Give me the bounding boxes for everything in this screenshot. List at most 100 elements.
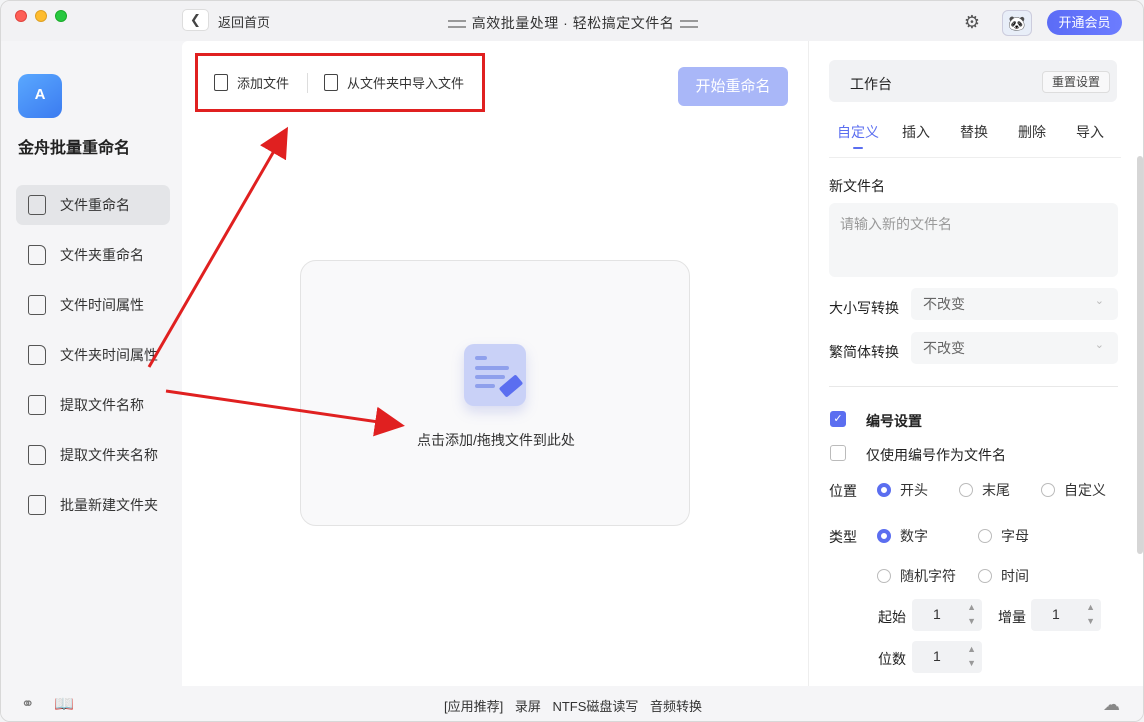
digits-stepper[interactable]: 1 ▲ ▼	[912, 641, 982, 673]
file-clock-icon	[28, 295, 46, 315]
stepper-arrows-icon[interactable]: ▲ ▼	[1086, 600, 1095, 628]
app-logo-letter: A	[34, 86, 46, 103]
new-name-label: 新文件名	[829, 178, 885, 194]
radio-icon	[877, 569, 891, 583]
app-logo: A	[18, 74, 62, 118]
import-folder-label: 从文件夹中导入文件	[347, 76, 465, 91]
increment-value: 1	[1052, 606, 1060, 622]
type-option-random[interactable]: 随机字符	[877, 566, 956, 586]
window-title: 高效批量处理 · 轻松搞定文件名	[471, 15, 675, 31]
sidebar-item-label: 文件时间属性	[60, 297, 144, 313]
sidebar-item-folder-rename[interactable]: 文件夹重命名	[16, 235, 170, 275]
stepper-arrows-icon[interactable]: ▲ ▼	[967, 642, 976, 670]
position-option-end[interactable]: 末尾	[959, 480, 1010, 500]
file-extract-icon	[28, 395, 46, 415]
panel-scrollbar[interactable]	[1137, 156, 1143, 554]
type-option-letter[interactable]: 字母	[978, 526, 1029, 546]
tab-custom[interactable]: 自定义	[829, 121, 887, 157]
case-label: 大小写转换	[829, 300, 899, 316]
tab-import[interactable]: 导入	[1061, 121, 1119, 157]
vip-button[interactable]: 开通会员	[1047, 10, 1122, 35]
sidebar-item-extract-foldername[interactable]: 提取文件夹名称	[16, 435, 170, 475]
sidebar-item-label: 文件夹重命名	[60, 247, 144, 263]
traditional-select[interactable]: 不改变 ⌄	[911, 332, 1118, 364]
numbering-checkbox[interactable]: ✓	[830, 411, 846, 427]
new-name-input[interactable]: 请输入新的文件名	[829, 203, 1118, 277]
box-icon	[28, 495, 46, 515]
type-option-time[interactable]: 时间	[978, 566, 1029, 586]
tab-replace[interactable]: 替换	[945, 121, 1003, 157]
app-window: ❮ 返回首页 高效批量处理 · 轻松搞定文件名 ⚙ 🐼 开通会员 A 金舟批量重…	[0, 0, 1144, 722]
panel-divider	[829, 386, 1118, 387]
radio-icon	[978, 529, 992, 543]
case-value: 不改变	[923, 296, 965, 312]
numbering-label: 编号设置	[866, 413, 922, 429]
traditional-label: 繁简体转换	[829, 344, 899, 360]
tab-delete[interactable]: 删除	[1003, 121, 1061, 157]
chevron-down-icon: ⌄	[1094, 295, 1104, 307]
sidebar-item-label: 提取文件名称	[60, 397, 144, 413]
add-file-label: 添加文件	[237, 76, 290, 91]
start-rename-button[interactable]: 开始重命名	[678, 67, 788, 106]
sidebar-item-extract-filename[interactable]: 提取文件名称	[16, 385, 170, 425]
workbench-header: 工作台 重置设置	[829, 60, 1117, 102]
start-stepper[interactable]: 1 ▲ ▼	[912, 599, 982, 631]
position-option-label: 自定义	[1064, 482, 1106, 498]
stepper-arrows-icon[interactable]: ▲ ▼	[967, 600, 976, 628]
file-add-icon	[214, 74, 228, 91]
radio-icon	[877, 529, 891, 543]
type-option-label: 随机字符	[900, 568, 956, 584]
cloud-upload-icon[interactable]: ☁	[1103, 695, 1120, 715]
radio-icon	[1041, 483, 1055, 497]
reset-button[interactable]: 重置设置	[1041, 71, 1110, 93]
position-option-label: 开头	[900, 482, 928, 498]
case-select[interactable]: 不改变 ⌄	[911, 288, 1118, 320]
recommend-label: [应用推荐]	[443, 699, 504, 714]
sidebar-item-label: 提取文件夹名称	[60, 447, 158, 463]
type-option-label: 字母	[1001, 528, 1029, 544]
type-option-label: 时间	[1001, 568, 1029, 584]
add-file-button[interactable]: 添加文件	[198, 73, 289, 92]
only-number-checkbox[interactable]	[830, 445, 846, 461]
type-label: 类型	[829, 529, 857, 545]
sidebar: A 金舟批量重命名 文件重命名 文件夹重命名 文件时间属性 文件夹时间属性 提取…	[1, 41, 182, 686]
folder-import-icon	[324, 74, 339, 91]
avatar[interactable]: 🐼	[1002, 10, 1032, 36]
recommend-link-record[interactable]: 录屏	[515, 699, 541, 714]
import-folder-button[interactable]: 从文件夹中导入文件	[308, 73, 464, 92]
dropzone[interactable]: 点击添加/拖拽文件到此处	[300, 260, 690, 526]
recommend-link-ntfs[interactable]: NTFS磁盘读写	[552, 699, 638, 714]
recommend-links: [应用推荐] 录屏 NTFS磁盘读写 音频转换	[1, 696, 1143, 715]
type-option-number[interactable]: 数字	[877, 526, 928, 546]
app-name: 金舟批量重命名	[18, 140, 131, 157]
increment-stepper[interactable]: 1 ▲ ▼	[1031, 599, 1101, 631]
sidebar-item-label: 文件夹时间属性	[60, 347, 158, 363]
type-option-label: 数字	[900, 528, 928, 544]
new-name-placeholder: 请输入新的文件名	[840, 216, 952, 232]
only-number-label: 仅使用编号作为文件名	[866, 447, 1006, 463]
chevron-down-icon: ⌄	[1094, 339, 1104, 351]
folder-clock-icon	[28, 345, 46, 365]
sidebar-nav: 文件重命名 文件夹重命名 文件时间属性 文件夹时间属性 提取文件名称 提取文件夹…	[16, 185, 170, 535]
sidebar-item-file-rename[interactable]: 文件重命名	[16, 185, 170, 225]
position-option-custom[interactable]: 自定义	[1041, 480, 1106, 500]
radio-icon	[877, 483, 891, 497]
tab-insert[interactable]: 插入	[887, 121, 945, 157]
recommend-link-audio[interactable]: 音频转换	[650, 699, 702, 714]
folder-icon	[28, 245, 46, 265]
check-icon: ✓	[833, 413, 843, 425]
sidebar-item-label: 文件重命名	[60, 197, 130, 213]
position-option-start[interactable]: 开头	[877, 480, 928, 500]
title-lines-icon	[680, 20, 699, 29]
sidebar-item-batch-new-folder[interactable]: 批量新建文件夹	[16, 485, 170, 525]
start-value: 1	[933, 606, 941, 622]
increment-label: 增量	[998, 609, 1026, 625]
position-option-label: 末尾	[982, 482, 1010, 498]
traditional-value: 不改变	[923, 340, 965, 356]
sidebar-item-file-time[interactable]: 文件时间属性	[16, 285, 170, 325]
toolbar-highlight-box: 添加文件 从文件夹中导入文件	[195, 53, 485, 112]
sidebar-item-folder-time[interactable]: 文件夹时间属性	[16, 335, 170, 375]
gear-icon[interactable]: ⚙	[962, 12, 982, 32]
radio-icon	[978, 569, 992, 583]
title-lines-icon	[447, 20, 466, 29]
